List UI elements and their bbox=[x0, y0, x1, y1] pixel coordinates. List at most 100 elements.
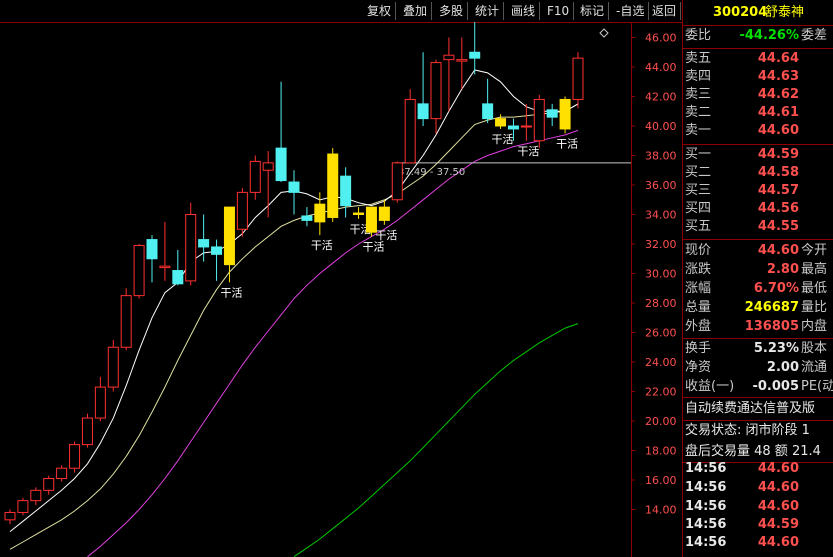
fund-value: -0.005 bbox=[752, 379, 799, 394]
bid-label: 买五 bbox=[685, 219, 712, 234]
candle-body bbox=[353, 212, 365, 215]
candle-body bbox=[572, 57, 584, 100]
candle-body bbox=[236, 191, 248, 230]
y-tick-label: 22.00 bbox=[645, 386, 677, 399]
candle-body bbox=[81, 417, 93, 446]
ask-row[interactable]: 卖一 44.60 bbox=[683, 120, 833, 142]
weibi-value: -44.26% bbox=[739, 28, 799, 43]
trade-status: 交易状态: 闭市阶段 1 bbox=[685, 423, 810, 438]
candle-body bbox=[314, 203, 326, 223]
multi-stock-button[interactable]: 多股 bbox=[435, 2, 469, 20]
weicha-label: 委差 bbox=[801, 28, 828, 43]
remove-watchlist-button[interactable]: -自选 bbox=[612, 2, 650, 20]
candle-body bbox=[94, 386, 106, 419]
f10-button[interactable]: F10 bbox=[543, 2, 575, 20]
candle-body bbox=[495, 118, 507, 127]
ask-price: 44.60 bbox=[757, 123, 799, 138]
candle-body bbox=[17, 500, 29, 513]
candle-body bbox=[482, 103, 494, 120]
candle-body bbox=[456, 59, 468, 62]
y-tick-label: 36.00 bbox=[645, 179, 677, 192]
candle-body bbox=[404, 98, 416, 164]
overlay-button[interactable]: 叠加 bbox=[399, 2, 433, 20]
diamond-icon bbox=[599, 28, 609, 38]
draw-line-button[interactable]: 画线 bbox=[507, 2, 541, 20]
candle-body bbox=[133, 244, 145, 297]
candle-body bbox=[107, 346, 119, 388]
stat-row: 外盘 136805 内盘 bbox=[683, 316, 833, 338]
candle-body bbox=[301, 215, 313, 221]
fund-row: 收益(一) -0.005 PE(动 bbox=[683, 376, 833, 398]
candlestick-chart[interactable]: 14.00 16.00 18.00 20.00 22.00 24.00 26.00 28.00… bbox=[0, 22, 682, 557]
candle-tag-label: 干活 bbox=[492, 133, 514, 146]
notice-text: 自动续费通达信普及版 bbox=[685, 401, 816, 416]
candle-body bbox=[249, 160, 261, 193]
statistics-button[interactable]: 统计 bbox=[471, 2, 505, 20]
candle-body bbox=[327, 153, 339, 218]
candle-body bbox=[469, 51, 481, 59]
candle-body bbox=[69, 444, 81, 469]
stock-code: 300204 bbox=[713, 5, 768, 20]
candle-body bbox=[56, 467, 68, 480]
stat-extra: 内盘 bbox=[801, 319, 828, 334]
candle-body bbox=[559, 98, 571, 130]
stat-label: 外盘 bbox=[685, 319, 712, 334]
y-tick-label: 34.00 bbox=[645, 209, 677, 222]
y-tick-label: 24.00 bbox=[645, 356, 677, 369]
candle-body bbox=[391, 162, 403, 201]
candle-body bbox=[185, 214, 197, 282]
candle-body bbox=[146, 239, 158, 260]
candle-body bbox=[120, 295, 132, 348]
candle-body bbox=[520, 125, 532, 128]
level-label: 37.49 - 37.50 bbox=[398, 167, 465, 178]
bid-row[interactable]: 买五 44.55 bbox=[683, 216, 833, 238]
stock-header: 300204 舒泰神 bbox=[683, 2, 833, 24]
back-button[interactable]: 返回 bbox=[648, 2, 682, 20]
candle-body bbox=[172, 270, 184, 285]
y-tick-label: 46.00 bbox=[645, 32, 677, 45]
candle-body bbox=[533, 98, 545, 142]
y-tick-label: 16.00 bbox=[645, 474, 677, 487]
quote-panel: 300204 舒泰神 委比 -44.26% 委差 卖五 44.64 卖四 44.… bbox=[682, 0, 833, 557]
y-tick-label: 42.00 bbox=[645, 91, 677, 104]
candle-body bbox=[417, 103, 429, 120]
candle-body bbox=[4, 511, 16, 521]
restore-rights-button[interactable]: 复权 bbox=[363, 2, 397, 20]
candle-body bbox=[198, 239, 210, 248]
bid-price: 44.55 bbox=[757, 219, 799, 234]
stock-name: 舒泰神 bbox=[765, 5, 805, 20]
candle-tag-label: 干活 bbox=[517, 145, 539, 158]
candle-body bbox=[159, 265, 171, 269]
notice-link[interactable]: 自动续费通达信普及版 bbox=[683, 398, 833, 420]
y-tick-label: 40.00 bbox=[645, 120, 677, 133]
tick-price: 44.60 bbox=[757, 535, 799, 550]
fund-extra: PE(动 bbox=[801, 379, 833, 394]
tick-row: 14:56 44.60 bbox=[683, 532, 833, 554]
y-tick-label: 32.00 bbox=[645, 238, 677, 251]
ma-green-line bbox=[293, 323, 579, 557]
candle-body bbox=[430, 62, 442, 120]
trade-status-row: 交易状态: 闭市阶段 1 bbox=[683, 420, 833, 442]
mark-button[interactable]: 标记 bbox=[576, 2, 610, 20]
weibi-row: 委比 -44.26% 委差 bbox=[683, 25, 833, 47]
candle-tag-label: 干活 bbox=[556, 137, 578, 150]
candle-tag-label: 干活 bbox=[362, 241, 384, 254]
candle-body bbox=[30, 489, 42, 502]
candle-body bbox=[223, 206, 235, 266]
fund-label: 收益(一) bbox=[685, 379, 735, 394]
candle-body bbox=[262, 162, 274, 171]
y-tick-label: 26.00 bbox=[645, 327, 677, 340]
candle-body bbox=[507, 125, 519, 130]
candle-body bbox=[340, 175, 352, 207]
stat-value: 136805 bbox=[744, 319, 799, 334]
y-tick-label: 44.00 bbox=[645, 61, 677, 74]
y-tick-label: 18.00 bbox=[645, 445, 677, 458]
candle-body bbox=[546, 109, 558, 118]
candle-tag-label: 干活 bbox=[220, 286, 242, 299]
candle-body bbox=[211, 246, 223, 255]
ask-label: 卖一 bbox=[685, 123, 712, 138]
candle-body bbox=[288, 181, 300, 193]
candle-body bbox=[43, 478, 55, 491]
candle-body bbox=[378, 206, 390, 221]
candle-body bbox=[443, 54, 455, 61]
